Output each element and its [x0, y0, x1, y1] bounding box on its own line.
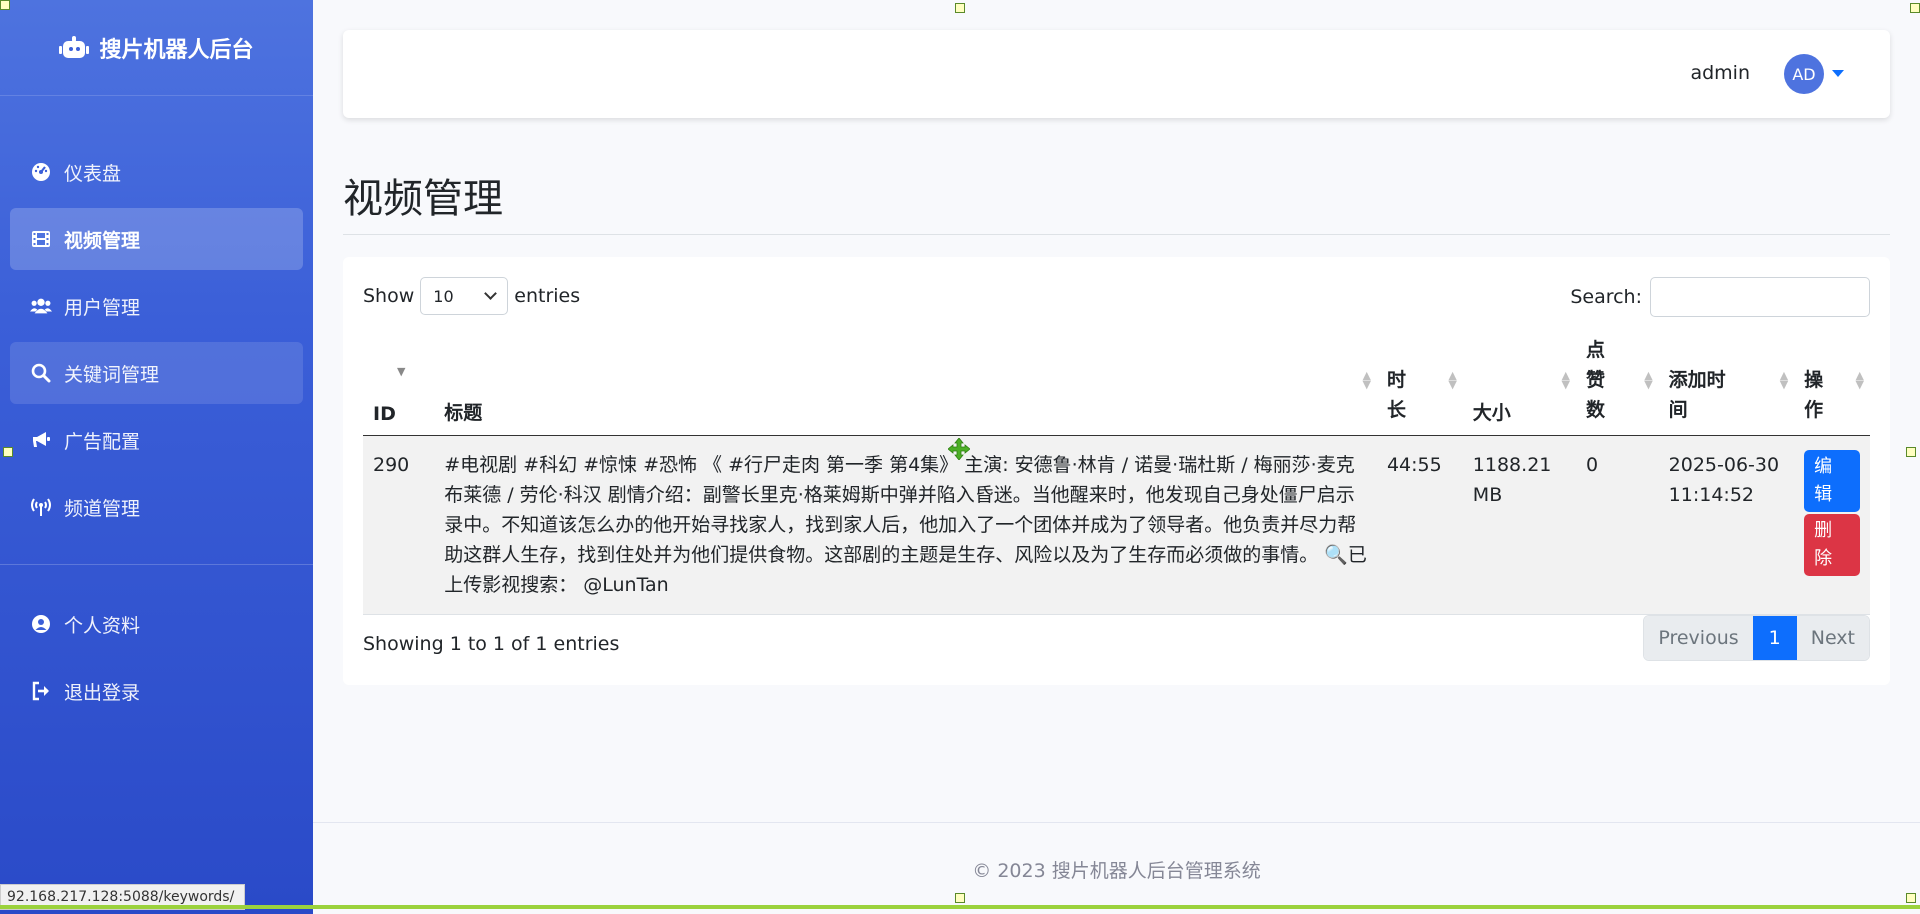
cell-size: 1188.21 MB — [1462, 435, 1576, 615]
sort-icon: ▲ ▼ — [1362, 369, 1371, 391]
sort-icon: ▲ ▼ — [1561, 369, 1570, 391]
sidebar-nav: 仪表盘 视频管理 用户管理 关键词管理 广告配置 频道管理 个人资料 退出登录 — [0, 96, 313, 722]
sidebar-item-logout[interactable]: 退出登录 — [10, 660, 303, 722]
edit-button[interactable]: 编辑 — [1804, 450, 1860, 512]
resize-handle[interactable] — [1906, 893, 1916, 903]
title-divider — [343, 234, 1890, 235]
page-length-value: 10 — [433, 286, 454, 306]
film-icon — [30, 228, 52, 250]
previous-button[interactable]: Previous — [1644, 616, 1753, 660]
show-label: Show — [363, 285, 415, 307]
sidebar-item-label: 仪表盘 — [64, 162, 122, 185]
column-header-likes[interactable]: 点赞数 ▲ ▼ — [1575, 325, 1659, 436]
table-info: Showing 1 to 1 of 1 entries — [363, 633, 620, 655]
entries-label: entries — [514, 285, 581, 307]
sort-icon: ▲ ▼ — [1779, 369, 1789, 391]
user-circle-icon — [30, 613, 52, 635]
sort-icon: ▲ ▼ — [1448, 369, 1457, 391]
chevron-down-icon[interactable] — [1832, 70, 1844, 77]
sidebar-item-label: 用户管理 — [64, 296, 141, 319]
sidebar-divider — [0, 564, 313, 565]
footer: © 2023 搜片机器人后台管理系统 — [972, 860, 1261, 882]
resize-handle[interactable] — [3, 447, 13, 457]
topbar: admin AD — [343, 30, 1890, 118]
next-button[interactable]: Next — [1796, 616, 1869, 660]
sidebar-item-keywords[interactable]: 关键词管理 — [10, 342, 303, 404]
column-header-added[interactable]: 添加时间 ▲ ▼ — [1658, 325, 1795, 436]
sidebar-item-channels[interactable]: 频道管理 — [10, 476, 303, 538]
sort-icon: ▲ ▼ — [1644, 369, 1653, 391]
megaphone-icon — [30, 429, 52, 451]
broadcast-icon — [30, 496, 52, 518]
sidebar-item-ads[interactable]: 广告配置 — [10, 409, 303, 471]
chevron-down-icon — [484, 287, 498, 300]
column-header-size[interactable]: 大小 ▲ ▼ — [1462, 325, 1576, 436]
page-button-current[interactable]: 1 — [1752, 616, 1797, 660]
sidebar-item-label: 退出登录 — [64, 681, 141, 704]
table-header-row: ID ▼ 标题 ▲ ▼ 时长 ▲ ▼ 大小 ▲ ▼ 点赞数 ▲ ▼ 添加时间 ▲ ▼ 操作 ▲ ▼ — [363, 325, 1870, 436]
page-title: 视频管理 — [343, 176, 503, 222]
resize-handle[interactable] — [1910, 3, 1920, 13]
footer-divider — [313, 822, 1920, 823]
cell-likes: 0 — [1575, 435, 1659, 615]
delete-button[interactable]: 删除 — [1804, 514, 1860, 576]
username[interactable]: admin — [1690, 62, 1750, 84]
move-cursor-icon — [948, 438, 970, 460]
column-header-actions[interactable]: 操作 ▲ ▼ — [1794, 325, 1870, 436]
page-length-control: Show 10 entries — [363, 277, 580, 315]
brand-title: 搜片机器人后台 — [99, 37, 254, 63]
avatar[interactable]: AD — [1784, 54, 1824, 94]
sidebar-item-label: 个人资料 — [64, 614, 141, 637]
main-content: admin AD 视频管理 Show 10 entries Search: ID… — [313, 0, 1920, 914]
selection-border — [0, 905, 1920, 909]
sort-icon: ▲ ▼ — [1855, 369, 1864, 391]
sort-desc-icon: ▼ — [397, 365, 406, 378]
search-input[interactable] — [1650, 277, 1870, 317]
videos-table: ID ▼ 标题 ▲ ▼ 时长 ▲ ▼ 大小 ▲ ▼ 点赞数 ▲ ▼ 添加时间 ▲ ▼ 操作 ▲ ▼ 290… — [363, 325, 1870, 615]
cell-added: 2025-06-30 11:14:52 — [1658, 435, 1795, 615]
cell-duration: 44:55 — [1376, 435, 1463, 615]
resize-handle[interactable] — [1906, 447, 1916, 457]
sidebar-item-label: 广告配置 — [64, 430, 141, 453]
resize-handle[interactable] — [0, 0, 10, 10]
cell-id: 290 — [363, 435, 435, 615]
sidebar-item-profile[interactable]: 个人资料 — [10, 593, 303, 655]
sidebar-item-dashboard[interactable]: 仪表盘 — [10, 141, 303, 203]
pagination: Previous 1 Next — [1643, 615, 1870, 661]
sidebar: 搜片机器人后台 仪表盘 视频管理 用户管理 关键词管理 广告配置 频道管理 个人… — [0, 0, 313, 914]
table-search: Search: — [1570, 277, 1870, 317]
sidebar-item-users[interactable]: 用户管理 — [10, 275, 303, 337]
dashboard-icon — [30, 161, 52, 183]
page-length-select[interactable]: 10 — [420, 277, 509, 315]
search-icon — [30, 362, 52, 384]
resize-handle[interactable] — [955, 893, 965, 903]
sidebar-item-videos[interactable]: 视频管理 — [10, 208, 303, 270]
sidebar-item-label: 视频管理 — [64, 229, 141, 252]
cell-title: #电视剧 #科幻 #惊悚 #恐怖 《 #行尸走肉 第一季 第4集》 主演: 安德… — [434, 435, 1377, 615]
table-row: 290 #电视剧 #科幻 #惊悚 #恐怖 《 #行尸走肉 第一季 第4集》 主演… — [363, 435, 1870, 615]
resize-handle[interactable] — [955, 3, 965, 13]
videos-table-card: Show 10 entries Search: ID ▼ 标题 ▲ ▼ 时长 ▲ ▼ 大小… — [343, 257, 1890, 685]
users-icon — [30, 295, 52, 317]
column-header-duration[interactable]: 时长 ▲ ▼ — [1376, 325, 1463, 436]
robot-icon — [59, 35, 90, 60]
sign-out-icon — [30, 680, 52, 702]
sidebar-item-label: 关键词管理 — [64, 363, 160, 386]
search-label: Search: — [1570, 286, 1642, 308]
sidebar-item-label: 频道管理 — [64, 497, 141, 520]
column-header-id[interactable]: ID ▼ — [363, 325, 435, 436]
column-header-title[interactable]: 标题 ▲ ▼ — [434, 325, 1377, 436]
cell-actions: 编辑 删除 — [1794, 435, 1870, 615]
brand[interactable]: 搜片机器人后台 — [0, 0, 313, 96]
